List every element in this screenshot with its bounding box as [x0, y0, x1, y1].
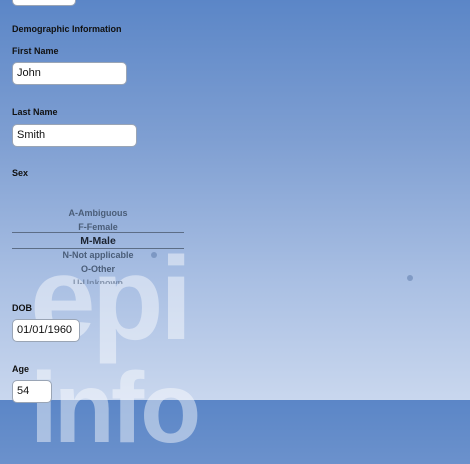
sex-option-other[interactable]: O-Other — [12, 262, 184, 276]
dob-field[interactable]: 01/01/1960 — [12, 319, 80, 342]
first-name-field[interactable]: John — [12, 62, 127, 85]
dob-label: DOB — [12, 303, 32, 313]
sex-option-male-selected[interactable]: M-Male — [12, 234, 184, 248]
picker-selection-bottom-line — [12, 248, 184, 249]
sex-option-unknown[interactable]: U-Unknown — [12, 276, 184, 284]
picker-selection-top-line — [12, 232, 184, 233]
watermark-line-2: info — [30, 352, 201, 464]
sex-picker[interactable]: A-Ambiguous F-Female M-Male N-Not applic… — [12, 204, 184, 284]
first-name-label: First Name — [12, 46, 59, 56]
background-dot — [407, 275, 413, 281]
previous-field-input[interactable] — [12, 0, 76, 6]
sex-label: Sex — [12, 168, 29, 178]
sex-option-not-applicable[interactable]: N-Not applicable — [12, 248, 184, 262]
last-name-label: Last Name — [12, 107, 58, 117]
age-label: Age — [12, 364, 30, 374]
sex-option-ambiguous[interactable]: A-Ambiguous — [12, 206, 184, 220]
last-name-field[interactable]: Smith — [12, 124, 137, 147]
section-title: Demographic Information — [12, 24, 122, 34]
